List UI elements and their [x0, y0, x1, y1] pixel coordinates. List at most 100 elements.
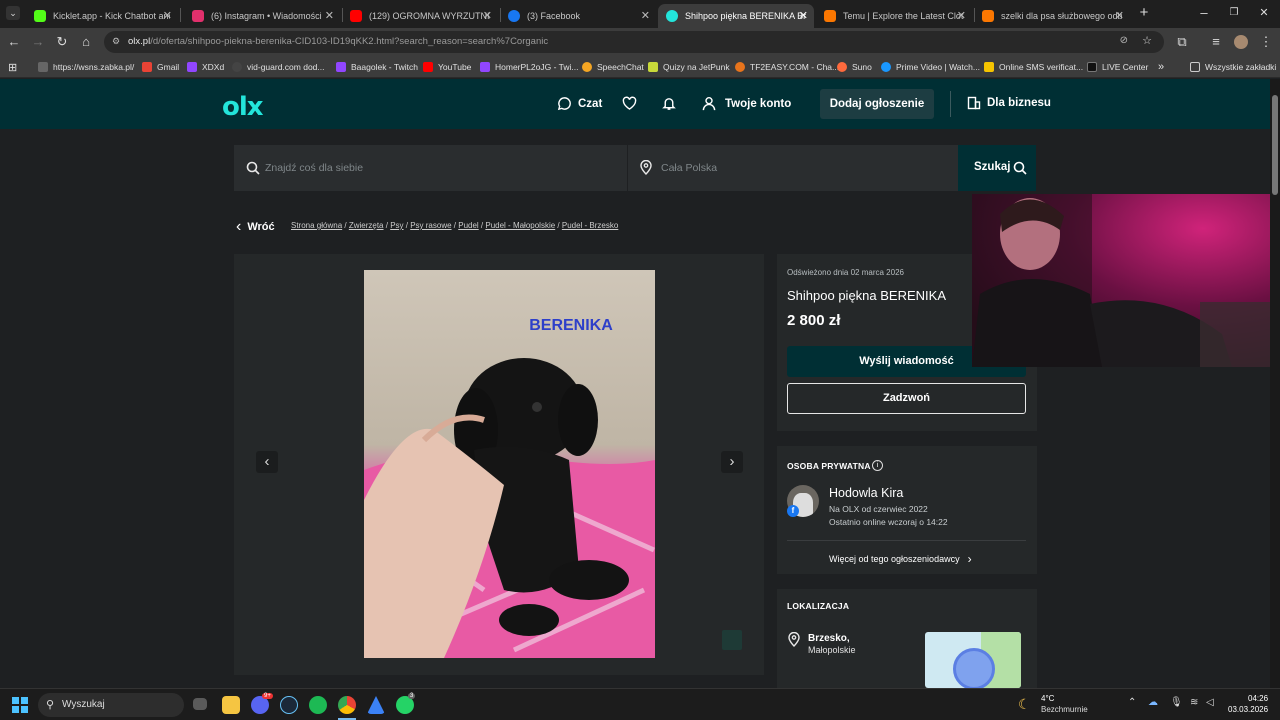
bookmark-item[interactable]: YouTube — [423, 60, 471, 74]
steam-icon[interactable] — [280, 696, 298, 714]
app-icon[interactable] — [367, 696, 385, 714]
all-bookmarks-folder[interactable]: Wszystkie zakładki — [1190, 60, 1276, 74]
location-input[interactable]: Cała Polska — [628, 145, 958, 191]
task-view-icon[interactable] — [193, 698, 207, 710]
bookmark-item[interactable]: Online SMS verificat... — [984, 60, 1083, 74]
close-icon[interactable]: ✕ — [641, 9, 650, 22]
close-icon[interactable]: ✕ — [957, 9, 966, 22]
bookmark-item[interactable]: https://wsns.zabka.pl/ — [38, 60, 134, 74]
seller-name[interactable]: Hodowla Kira — [829, 486, 903, 500]
tab-temu[interactable]: Temu | Explore the Latest Cloth ✕ — [816, 4, 972, 28]
close-icon[interactable]: ✕ — [1115, 9, 1124, 22]
breadcrumb-item[interactable]: Zwierzęta — [349, 221, 384, 230]
tab-kicklet[interactable]: Kicklet.app - Kick Chatbot and ✕ — [26, 4, 178, 28]
weather-temp[interactable]: 4°C — [1041, 694, 1054, 703]
back-link[interactable]: ‹ Wróć — [236, 218, 275, 236]
call-button[interactable]: Zadzwoń — [787, 383, 1026, 414]
close-icon[interactable]: ✕ — [483, 9, 492, 22]
clock-date[interactable]: 03.03.2026 — [1228, 705, 1268, 714]
extensions-icon[interactable]: ⧉ — [1174, 34, 1190, 50]
bookmark-item[interactable]: Baagolek - Twitch — [336, 60, 418, 74]
tab-title: (6) Instagram • Wiadomości — [211, 11, 322, 21]
media-icon[interactable]: ≡ — [1208, 34, 1224, 50]
search-icon — [1013, 161, 1027, 175]
wifi-icon[interactable]: ≋ — [1190, 697, 1198, 708]
address-bar[interactable]: ⚙ olx.pl/d/oferta/shihpoo-piekna-berenik… — [104, 31, 1164, 53]
offer-price: 2 800 zł — [787, 312, 841, 329]
tab-search-icon[interactable]: ⌄ — [6, 6, 20, 20]
bookmark-item[interactable]: SpeechChat — [582, 60, 644, 74]
onedrive-icon[interactable]: ☁ — [1148, 697, 1158, 708]
reload-icon[interactable]: ↻ — [54, 34, 70, 50]
notifications-link[interactable] — [662, 96, 676, 111]
tab-instagram[interactable]: (6) Instagram • Wiadomości ✕ — [184, 4, 340, 28]
bookmark-item[interactable]: HomerPL2oJG - Twi... — [480, 60, 578, 74]
favorites-link[interactable] — [622, 96, 637, 110]
search-icon: ⚲ — [46, 699, 55, 711]
site-info-icon[interactable]: ⚙ — [112, 36, 120, 47]
taskbar-search[interactable]: ⚲ Wyszukaj — [38, 693, 184, 717]
bookmark-item[interactable]: Suno — [837, 60, 872, 74]
business-link[interactable]: Dla biznesu — [967, 96, 1051, 110]
home-icon[interactable]: ⌂ — [78, 34, 94, 50]
close-icon[interactable]: ✕ — [799, 9, 808, 22]
apps-icon[interactable]: ⊞ — [8, 60, 17, 74]
info-icon[interactable]: i — [872, 460, 883, 471]
file-explorer-icon[interactable] — [222, 696, 240, 714]
bookmark-item[interactable]: TF2EASY.COM - Cha... — [735, 60, 839, 74]
window-close-button[interactable]: ✕ — [1256, 5, 1272, 21]
scrollbar-thumb[interactable] — [1272, 95, 1278, 195]
tab-temu-2[interactable]: szelki dla psa służbowego odbl ✕ — [974, 4, 1130, 28]
listing-photo[interactable]: BERENIKA — [364, 270, 655, 658]
spotify-icon[interactable] — [309, 696, 327, 714]
breadcrumb-item[interactable]: Psy — [390, 221, 403, 230]
volume-icon[interactable]: ◁ — [1206, 697, 1214, 708]
clock-time[interactable]: 04:26 — [1248, 694, 1268, 703]
forward-arrow-icon[interactable]: → — [30, 34, 46, 50]
olx-icon — [666, 10, 678, 22]
eye-off-icon[interactable]: ⊘ — [1120, 35, 1128, 46]
star-icon[interactable]: ☆ — [1142, 34, 1152, 47]
breadcrumb-item[interactable]: Pudel — [458, 221, 478, 230]
bookmark-item[interactable]: Quizy na JetPunk — [648, 60, 730, 74]
temu-icon — [824, 10, 836, 22]
location-map[interactable] — [925, 632, 1021, 688]
profile-avatar[interactable] — [1234, 35, 1248, 49]
breadcrumb-item[interactable]: Strona główna — [291, 221, 342, 230]
tray-chevron-icon[interactable]: ⌃ — [1128, 697, 1136, 708]
previous-photo-button[interactable]: ‹ — [256, 451, 278, 473]
microphone-icon[interactable]: 🎙 — [1170, 697, 1183, 708]
breadcrumb-item[interactable]: Psy rasowe — [410, 221, 451, 230]
minimize-button[interactable]: – — [1196, 5, 1212, 21]
next-photo-button[interactable]: › — [721, 451, 743, 473]
bookmark-item[interactable]: XDXd — [187, 60, 224, 74]
tab-facebook[interactable]: (3) Facebook ✕ — [500, 4, 656, 28]
page-scrollbar[interactable] — [1270, 79, 1280, 688]
menu-icon[interactable]: ⋮ — [1258, 34, 1274, 50]
windows-start-icon[interactable] — [12, 697, 28, 713]
breadcrumb-item[interactable]: Pudel - Brzesko — [562, 221, 618, 230]
add-listing-button[interactable]: Dodaj ogłoszenie — [820, 89, 934, 119]
bookmark-item[interactable]: Prime Video | Watch... — [881, 60, 980, 74]
maximize-button[interactable]: ❐ — [1226, 5, 1242, 21]
chrome-icon[interactable] — [338, 696, 356, 714]
tab-olx-active[interactable]: Shihpoo piękna BERENIKA Brze ✕ — [658, 4, 814, 28]
new-tab-button[interactable]: + — [1136, 5, 1152, 21]
bookmark-item[interactable]: vid-guard.com dod... — [232, 60, 324, 74]
weather-desc[interactable]: Bezchmurnie — [1041, 705, 1088, 714]
tab-youtube[interactable]: (129) OGROMNA WYRZUTNIA ✕ — [342, 4, 498, 28]
olx-logo[interactable]: olx — [222, 92, 264, 122]
search-button[interactable]: Szukaj — [958, 145, 1036, 191]
more-from-seller-link[interactable]: Więcej od tego ogłoszeniodawcy › — [829, 552, 972, 566]
back-arrow-icon[interactable]: ← — [6, 34, 22, 50]
bookmark-item[interactable]: LIVE Center — [1087, 60, 1148, 74]
close-icon[interactable]: ✕ — [163, 9, 172, 22]
more-bookmarks-button[interactable]: » — [1158, 60, 1164, 74]
account-link[interactable]: Twoje konto — [702, 96, 791, 111]
chat-link[interactable]: Czat — [557, 96, 602, 111]
close-icon[interactable]: ✕ — [325, 9, 334, 22]
bookmark-item[interactable]: Gmail — [142, 60, 179, 74]
search-input[interactable]: Znajdź coś dla siebie — [234, 145, 627, 191]
breadcrumb-item[interactable]: Pudel - Małopolskie — [485, 221, 555, 230]
fullscreen-button[interactable] — [722, 630, 742, 650]
